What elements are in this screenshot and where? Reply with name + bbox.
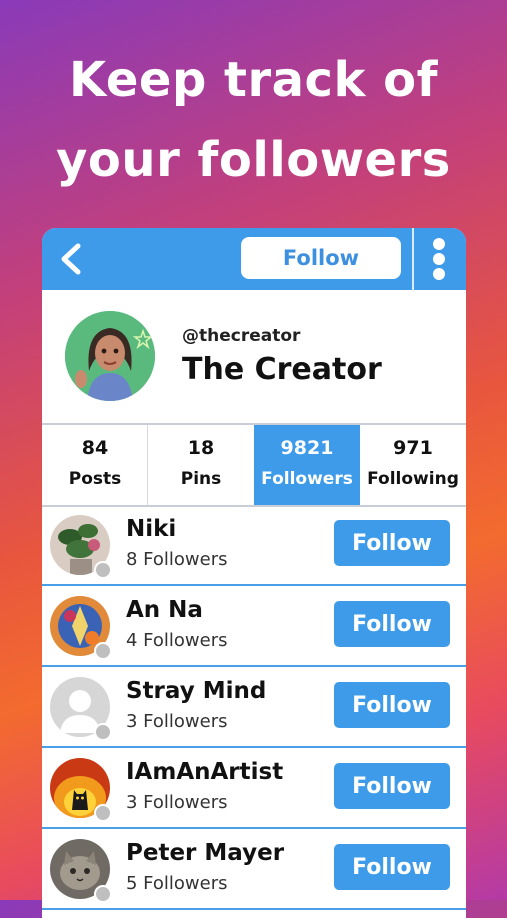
top-bar: Follow bbox=[42, 228, 466, 290]
back-button[interactable] bbox=[54, 240, 90, 278]
status-dot bbox=[94, 642, 112, 660]
list-item[interactable]: An Na 4 Followers Follow bbox=[42, 586, 466, 667]
status-dot bbox=[94, 804, 112, 822]
follower-name: Niki bbox=[126, 516, 177, 542]
list-item[interactable]: Stray Mind 3 Followers Follow bbox=[42, 667, 466, 748]
stat-posts[interactable]: 84 Posts bbox=[42, 425, 148, 505]
stat-following[interactable]: 971 Following bbox=[360, 425, 466, 505]
follow-button[interactable]: Follow bbox=[334, 844, 450, 890]
follower-count: 5 Followers bbox=[126, 873, 228, 894]
follow-profile-button[interactable]: Follow bbox=[241, 237, 401, 279]
profile-header: @thecreator The Creator bbox=[42, 290, 466, 424]
avatar[interactable] bbox=[65, 311, 155, 401]
status-dot bbox=[94, 723, 112, 741]
stat-label: Posts bbox=[68, 469, 122, 489]
more-options-button[interactable] bbox=[430, 238, 448, 282]
stat-followers[interactable]: 9821 Followers bbox=[254, 425, 360, 505]
follow-button[interactable]: Follow bbox=[334, 763, 450, 809]
profile-name: The Creator bbox=[182, 352, 382, 387]
follower-name: An Na bbox=[126, 597, 203, 623]
stat-value: 971 bbox=[393, 437, 433, 459]
headline-line-2: your followers bbox=[56, 132, 451, 188]
headline: Keep track of your followers bbox=[0, 40, 507, 200]
follower-count: 3 Followers bbox=[126, 792, 228, 813]
follower-count: 4 Followers bbox=[126, 630, 228, 651]
profile-handle: @thecreator bbox=[182, 326, 301, 346]
vertical-dots-icon bbox=[433, 238, 445, 250]
stat-value: 84 bbox=[81, 437, 109, 459]
follow-button[interactable]: Follow bbox=[334, 520, 450, 566]
stat-pins[interactable]: 18 Pins bbox=[148, 425, 254, 505]
stat-label: Followers bbox=[261, 469, 353, 489]
profile-avatar-icon bbox=[65, 311, 155, 401]
headline-line-1: Keep track of bbox=[69, 52, 438, 108]
top-bar-divider bbox=[412, 228, 414, 290]
status-dot bbox=[94, 561, 112, 579]
stat-label: Following bbox=[367, 469, 459, 489]
follow-button[interactable]: Follow bbox=[334, 682, 450, 728]
list-item[interactable]: Peter Mayer 5 Followers Follow bbox=[42, 829, 466, 910]
list-item[interactable]: Niki 8 Followers Follow bbox=[42, 505, 466, 586]
app-screen: Follow @thecreator The Creator 84 Posts … bbox=[42, 228, 466, 918]
stat-value: 9821 bbox=[280, 437, 334, 459]
chevron-left-icon bbox=[61, 243, 81, 275]
follow-button[interactable]: Follow bbox=[334, 601, 450, 647]
list-item[interactable]: IAmAnArtist 3 Followers Follow bbox=[42, 748, 466, 829]
follower-count: 3 Followers bbox=[126, 711, 228, 732]
follower-name: IAmAnArtist bbox=[126, 759, 284, 785]
stat-label: Pins bbox=[180, 469, 222, 489]
followers-list: Niki 8 Followers Follow An Na 4 Follower… bbox=[42, 505, 466, 910]
status-dot bbox=[94, 885, 112, 903]
stat-value: 18 bbox=[187, 437, 215, 459]
follower-count: 8 Followers bbox=[126, 549, 228, 570]
stats-bar: 84 Posts 18 Pins 9821 Followers 971 Foll… bbox=[42, 423, 466, 507]
follower-name: Stray Mind bbox=[126, 678, 267, 704]
follower-name: Peter Mayer bbox=[126, 840, 285, 866]
